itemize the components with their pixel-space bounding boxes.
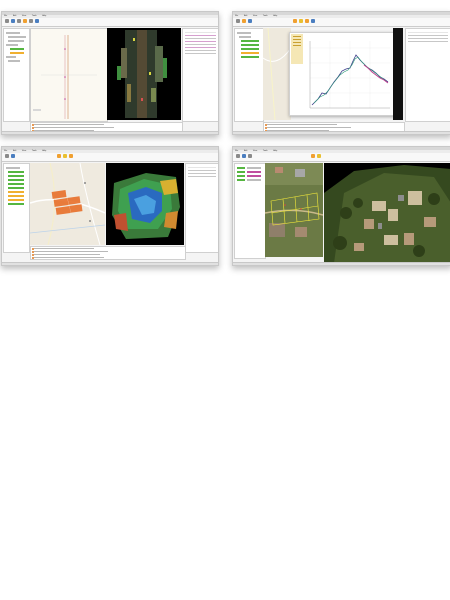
tree-item-active[interactable] xyxy=(237,175,245,177)
tool-icon[interactable] xyxy=(311,19,315,23)
tree-item-selected[interactable] xyxy=(8,191,24,193)
tool-icon[interactable] xyxy=(5,19,9,23)
tree-item-active[interactable] xyxy=(241,56,259,58)
tool-icon[interactable] xyxy=(5,154,9,158)
tool-icon[interactable] xyxy=(248,154,252,158)
tree-item[interactable] xyxy=(6,44,18,46)
viewport-edge xyxy=(393,28,403,120)
properties-panel xyxy=(405,28,450,122)
map-render xyxy=(30,163,105,245)
orthophoto-render xyxy=(265,163,323,257)
layer-tree-panel xyxy=(3,163,30,253)
tool-icon[interactable] xyxy=(11,19,15,23)
tool-icon[interactable] xyxy=(69,154,73,158)
profile-line-chart xyxy=(309,41,390,109)
tool-icon[interactable] xyxy=(248,19,252,23)
tree-item[interactable] xyxy=(237,32,251,34)
status-bar xyxy=(2,262,218,265)
tree-item[interactable] xyxy=(6,32,20,34)
tree-item-active[interactable] xyxy=(241,40,259,42)
tool-icon[interactable] xyxy=(29,19,33,23)
status-bar xyxy=(233,262,450,265)
tree-item-selected[interactable] xyxy=(8,199,24,201)
profile-graph xyxy=(33,35,97,119)
properties-panel xyxy=(182,28,218,122)
dem-render xyxy=(112,173,180,239)
profile-chart-dialog xyxy=(289,32,395,116)
tree-item-active[interactable] xyxy=(241,48,259,50)
tree-item-selected[interactable] xyxy=(241,52,259,54)
tree-item[interactable] xyxy=(8,36,26,38)
log-panel xyxy=(30,246,186,260)
point-cloud-render xyxy=(117,30,167,118)
layer-tree-panel xyxy=(3,28,30,122)
tree-item[interactable] xyxy=(8,40,24,42)
tree-item-active[interactable] xyxy=(237,171,245,173)
tree-item-active[interactable] xyxy=(10,48,24,50)
map-background[interactable] xyxy=(263,28,291,120)
tool-icon[interactable] xyxy=(242,19,246,23)
tool-icon[interactable] xyxy=(242,154,246,158)
point-cloud-viewport[interactable] xyxy=(107,28,181,120)
tool-icon[interactable] xyxy=(293,19,297,23)
tool-icon[interactable] xyxy=(17,19,21,23)
tree-item-active[interactable] xyxy=(241,44,259,46)
tree-item-active[interactable] xyxy=(237,167,245,169)
tree-item[interactable] xyxy=(6,56,16,58)
tree-item[interactable] xyxy=(6,167,20,169)
tree-item-active[interactable] xyxy=(8,187,24,189)
tool-icon[interactable] xyxy=(35,19,39,23)
tree-item-selected[interactable] xyxy=(10,52,24,54)
tool-icon[interactable] xyxy=(11,154,15,158)
app-window-profile: File Edit View Tools Help xyxy=(1,11,219,135)
layer-tree-panel xyxy=(234,163,266,259)
tool-icon[interactable] xyxy=(236,154,240,158)
toolbar-ribbon xyxy=(233,18,450,27)
tool-icon[interactable] xyxy=(57,154,61,158)
tree-item-active[interactable] xyxy=(237,179,245,181)
tree-item-active[interactable] xyxy=(8,183,24,185)
toolbar-ribbon xyxy=(2,18,218,27)
status-bar xyxy=(233,131,450,134)
tool-icon[interactable] xyxy=(311,154,315,158)
tool-icon[interactable] xyxy=(63,154,67,158)
tree-item[interactable] xyxy=(8,60,20,62)
profile-series-line-3 xyxy=(363,64,389,84)
tool-icon[interactable] xyxy=(23,19,27,23)
tool-icon[interactable] xyxy=(317,154,321,158)
app-window-map: File Edit View Tools Help xyxy=(1,146,219,266)
tree-item-selected[interactable] xyxy=(8,195,24,197)
tree-item-highlight[interactable] xyxy=(247,175,261,177)
mesh-3d-viewport[interactable] xyxy=(324,163,450,263)
tool-icon[interactable] xyxy=(305,19,309,23)
tree-item[interactable] xyxy=(247,167,261,169)
status-bar xyxy=(2,131,218,134)
toolbar-ribbon xyxy=(233,153,450,162)
map-view[interactable] xyxy=(30,163,105,245)
dem-viewport[interactable] xyxy=(106,163,184,245)
tree-item[interactable] xyxy=(239,36,251,38)
tree-item-highlight[interactable] xyxy=(247,171,261,173)
profile-view[interactable] xyxy=(30,28,108,122)
app-window-chart: File Edit View Tools Help xyxy=(232,11,450,135)
tree-item[interactable] xyxy=(247,179,261,181)
app-window-mesh: File Edit View Tools Help xyxy=(232,146,450,266)
tree-item-active[interactable] xyxy=(8,203,24,205)
layer-tree-panel xyxy=(234,28,264,122)
properties-panel xyxy=(185,163,218,253)
tool-icon[interactable] xyxy=(236,19,240,23)
toolbar-ribbon xyxy=(2,153,218,162)
tool-icon[interactable] xyxy=(299,19,303,23)
mesh-3d-render xyxy=(324,163,450,263)
tree-item-active[interactable] xyxy=(8,171,24,173)
tree-item-active[interactable] xyxy=(8,175,24,177)
tree-item-active[interactable] xyxy=(8,179,24,181)
orthophoto-view[interactable] xyxy=(265,163,323,257)
